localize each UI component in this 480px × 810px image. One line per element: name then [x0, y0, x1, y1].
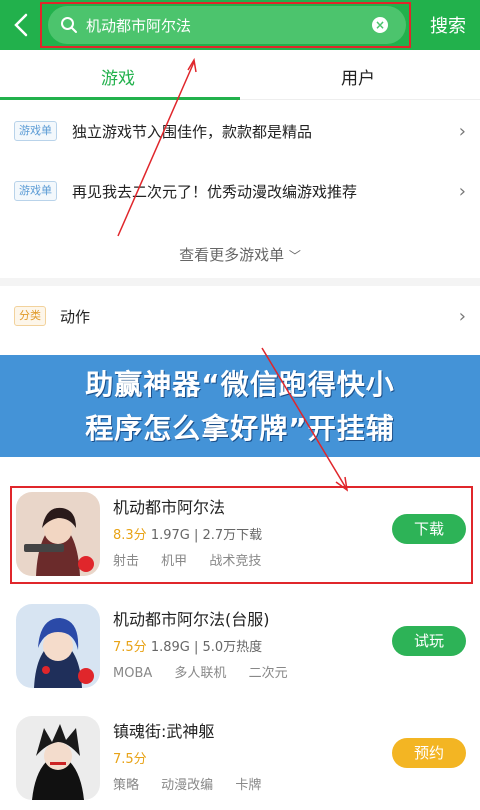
try-button[interactable]: 试玩: [392, 626, 466, 656]
more-lists-label: 查看更多游戏单: [179, 246, 285, 264]
app-score: 7.5分: [113, 752, 147, 767]
app-score: 7.5分: [113, 640, 147, 655]
app-tags: 策略 动漫改编 卡牌: [113, 774, 279, 793]
app-name: 镇魂街:武神躯: [113, 722, 215, 741]
app-icon: [16, 604, 100, 688]
banner-line-2: 程序怎么拿好牌”开挂辅: [85, 412, 395, 445]
search-button[interactable]: 搜索: [430, 12, 466, 38]
app-screen: 机动都市阿尔法 × 搜索 游戏 用户 游戏单 独立游戏节入围佳作，款款都是精品 …: [0, 0, 480, 810]
app-icon: [16, 716, 100, 800]
list-item[interactable]: 游戏单 独立游戏节入围佳作，款款都是精品 ›: [0, 101, 480, 161]
tab-indicator: [0, 97, 240, 100]
list-item[interactable]: 游戏单 再见我去二次元了！优秀动漫改编游戏推荐 ›: [0, 161, 480, 221]
app-tag: 多人联机: [174, 666, 227, 681]
app-item[interactable]: 镇魂街:武神躯 7.5分 策略 动漫改编 卡牌 预约: [0, 706, 480, 810]
highlight-box: [40, 2, 411, 48]
header: 机动都市阿尔法 × 搜索: [0, 0, 480, 50]
category-tag: 分类: [14, 306, 46, 326]
app-tag: 策略: [113, 778, 140, 793]
list-title: 独立游戏节入围佳作，款款都是精品: [72, 123, 313, 141]
more-lists-link[interactable]: 查看更多游戏单 ﹀: [0, 244, 480, 265]
app-name: 机动都市阿尔法(台服): [113, 610, 270, 629]
highlight-box: [10, 486, 473, 584]
chevron-down-icon: ﹀: [288, 249, 301, 263]
chevron-right-icon: ›: [458, 306, 466, 327]
reserve-button[interactable]: 预约: [392, 738, 466, 768]
app-meta: 7.5分: [113, 748, 147, 767]
tab-bar: 游戏 用户: [0, 50, 480, 100]
app-tag: MOBA: [113, 666, 153, 681]
app-meta: 7.5分 1.89G | 5.0万热度: [113, 636, 262, 655]
category-item[interactable]: 分类 动作 ›: [0, 286, 480, 346]
app-tags: MOBA 多人联机 二次元: [113, 662, 306, 681]
app-item[interactable]: 机动都市阿尔法(台服) 7.5分 1.89G | 5.0万热度 MOBA 多人联…: [0, 594, 480, 704]
app-tag: 卡牌: [235, 778, 262, 793]
app-tag: 二次元: [248, 666, 288, 681]
list-tag: 游戏单: [14, 121, 57, 141]
banner-line-1: 助赢神器“微信跑得快小: [85, 368, 395, 401]
category-title: 动作: [60, 308, 91, 326]
tab-users[interactable]: 用户: [341, 64, 375, 89]
divider: [0, 278, 480, 286]
back-icon[interactable]: [8, 10, 36, 40]
tab-games[interactable]: 游戏: [101, 64, 135, 89]
chevron-right-icon: ›: [458, 121, 466, 142]
overlay-banner: 助赢神器“微信跑得快小 程序怎么拿好牌”开挂辅: [0, 355, 480, 457]
app-info: 1.89G | 5.0万热度: [146, 640, 263, 655]
list-title: 再见我去二次元了！优秀动漫改编游戏推荐: [72, 183, 358, 201]
chevron-right-icon: ›: [458, 181, 466, 202]
list-tag: 游戏单: [14, 181, 57, 201]
app-tag: 动漫改编: [161, 778, 214, 793]
